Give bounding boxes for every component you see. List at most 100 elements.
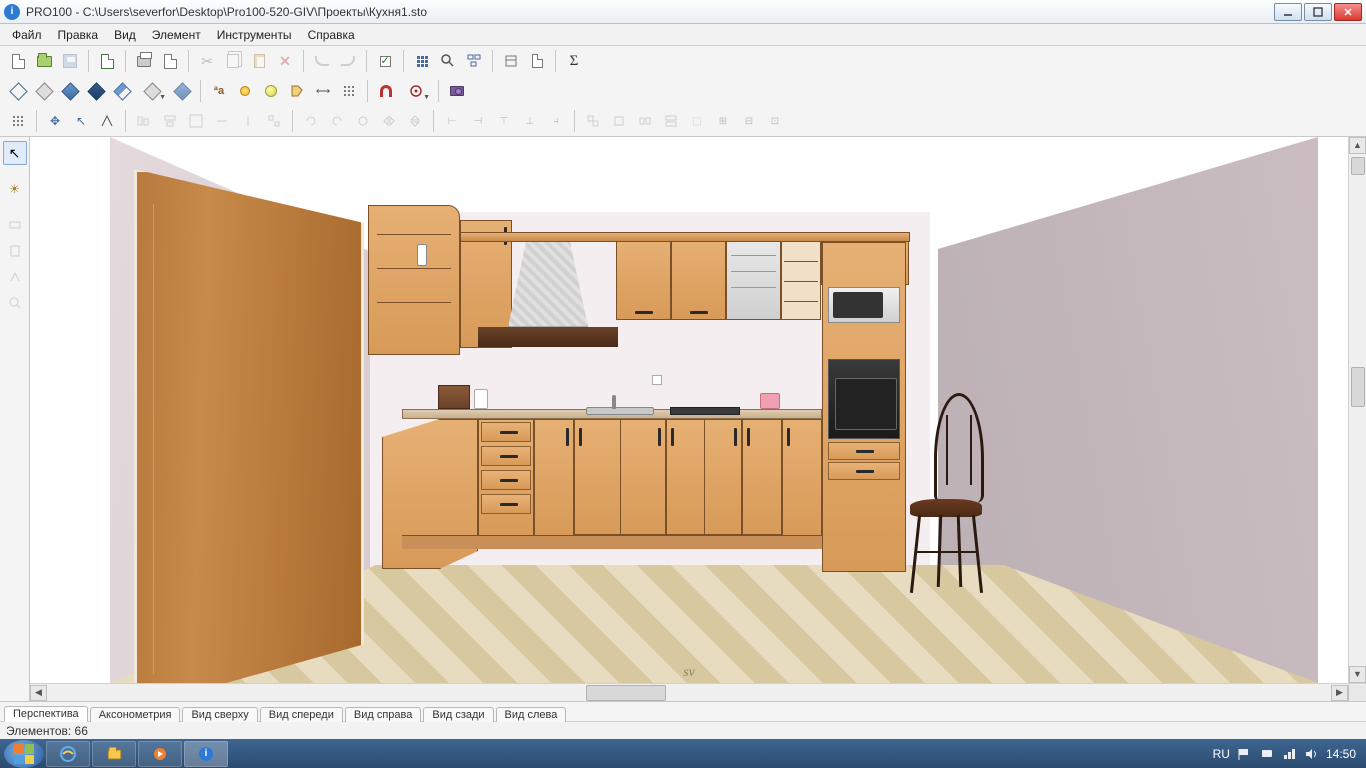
shape-tool[interactable] [3, 265, 27, 289]
align-2[interactable] [158, 109, 182, 133]
copy-button[interactable] [221, 49, 245, 73]
taskbar-ie[interactable] [46, 741, 90, 767]
zoom-tool[interactable] [3, 291, 27, 315]
flip-v[interactable] [403, 109, 427, 133]
scroll-thumb-h[interactable] [586, 685, 666, 701]
tab-perspective[interactable]: Перспектива [4, 706, 88, 722]
tab-right[interactable]: Вид справа [345, 707, 422, 722]
scroll-thumb-mid[interactable] [1351, 367, 1365, 407]
dimension-button[interactable]: ⟷ [311, 79, 335, 103]
minimize-button[interactable] [1274, 3, 1302, 21]
light-button[interactable] [233, 79, 257, 103]
save-button[interactable] [58, 49, 82, 73]
light-tool[interactable]: ☀ [3, 177, 27, 201]
open-button[interactable] [32, 49, 56, 73]
group-6[interactable]: ⊞ [711, 109, 735, 133]
tray-clock[interactable]: 14:50 [1326, 747, 1356, 761]
print-button[interactable] [132, 49, 156, 73]
dist-3[interactable]: ⊤ [492, 109, 516, 133]
scroll-right-button[interactable]: ▶ [1331, 685, 1348, 701]
redo-button[interactable] [336, 49, 360, 73]
magnet-button[interactable] [374, 79, 398, 103]
group-8[interactable]: ⊡ [763, 109, 787, 133]
view-color-button[interactable] [58, 79, 82, 103]
menu-element[interactable]: Элемент [144, 26, 209, 44]
close-button[interactable] [1334, 3, 1362, 21]
move-xy-button[interactable]: ✥ [43, 109, 67, 133]
view-half-button[interactable] [110, 79, 134, 103]
viewport-3d[interactable]: sv [30, 137, 1348, 683]
shape-button[interactable] [95, 109, 119, 133]
dist-2[interactable]: ⊣ [466, 109, 490, 133]
align-5[interactable] [236, 109, 260, 133]
tab-front[interactable]: Вид спереди [260, 707, 343, 722]
menu-edit[interactable]: Правка [50, 26, 107, 44]
taskbar-explorer[interactable] [92, 741, 136, 767]
select-cursor-button[interactable]: ↖ [69, 109, 93, 133]
menu-tools[interactable]: Инструменты [209, 26, 300, 44]
view-texture-button[interactable] [84, 79, 108, 103]
tab-left[interactable]: Вид слева [496, 707, 567, 722]
sun-button[interactable] [259, 79, 283, 103]
tray-volume-icon[interactable] [1304, 747, 1318, 761]
wall-tool[interactable] [3, 213, 27, 237]
paste-button[interactable] [247, 49, 271, 73]
snap-button[interactable]: ▼ [400, 79, 432, 103]
dist-5[interactable]: ⫞ [544, 109, 568, 133]
group-7[interactable]: ⊟ [737, 109, 761, 133]
align-4[interactable] [210, 109, 234, 133]
tray-action-icon[interactable] [1260, 747, 1274, 761]
price-button[interactable] [499, 49, 523, 73]
group-4[interactable] [659, 109, 683, 133]
view-sketch-button[interactable] [32, 79, 56, 103]
scrollbar-horizontal[interactable]: ◀ ▶ [30, 683, 1366, 701]
taskbar-wmp[interactable] [138, 741, 182, 767]
tab-back[interactable]: Вид сзади [423, 707, 493, 722]
tag-button[interactable] [285, 79, 309, 103]
sigma-button[interactable]: Σ [562, 49, 586, 73]
align-1[interactable] [132, 109, 156, 133]
scrollbar-vertical[interactable]: ▲ ▼ [1348, 137, 1366, 683]
menu-view[interactable]: Вид [106, 26, 144, 44]
tray-network-icon[interactable] [1282, 747, 1296, 761]
rotate-2[interactable] [325, 109, 349, 133]
cut-button[interactable]: ✂ [195, 49, 219, 73]
align-6[interactable] [262, 109, 286, 133]
print-preview-button[interactable] [158, 49, 182, 73]
properties-button[interactable] [373, 49, 397, 73]
taskbar-pro100[interactable]: i [184, 741, 228, 767]
view-room-button[interactable]: ▼ [136, 79, 168, 103]
tab-axonometry[interactable]: Аксонометрия [90, 707, 181, 722]
group-1[interactable] [581, 109, 605, 133]
structure-button[interactable] [462, 49, 486, 73]
view-shaded-button[interactable] [170, 79, 194, 103]
grid-snap-button[interactable] [6, 109, 30, 133]
tray-flag-icon[interactable] [1238, 747, 1252, 761]
new-button[interactable] [6, 49, 30, 73]
menu-file[interactable]: Файл [4, 26, 50, 44]
import-button[interactable] [95, 49, 119, 73]
flip-h[interactable] [377, 109, 401, 133]
rotate-3[interactable] [351, 109, 375, 133]
undo-button[interactable] [310, 49, 334, 73]
start-button[interactable] [4, 740, 44, 768]
text-button[interactable]: ªa [207, 79, 231, 103]
zoom-button[interactable] [436, 49, 460, 73]
tab-top[interactable]: Вид сверху [182, 707, 257, 722]
select-tool[interactable]: ↖ [3, 141, 27, 165]
scroll-left-button[interactable]: ◀ [30, 685, 47, 701]
camera-button[interactable] [445, 79, 469, 103]
maximize-button[interactable] [1304, 3, 1332, 21]
tray-lang[interactable]: RU [1213, 747, 1230, 761]
rotate-1[interactable] [299, 109, 323, 133]
report-button[interactable] [525, 49, 549, 73]
grid-button[interactable] [337, 79, 361, 103]
group-3[interactable] [633, 109, 657, 133]
align-3[interactable] [184, 109, 208, 133]
dist-1[interactable]: ⊢ [440, 109, 464, 133]
catalog-button[interactable] [410, 49, 434, 73]
dist-4[interactable]: ⊥ [518, 109, 542, 133]
panel-tool[interactable] [3, 239, 27, 263]
group-5[interactable]: ⬚ [685, 109, 709, 133]
group-2[interactable] [607, 109, 631, 133]
